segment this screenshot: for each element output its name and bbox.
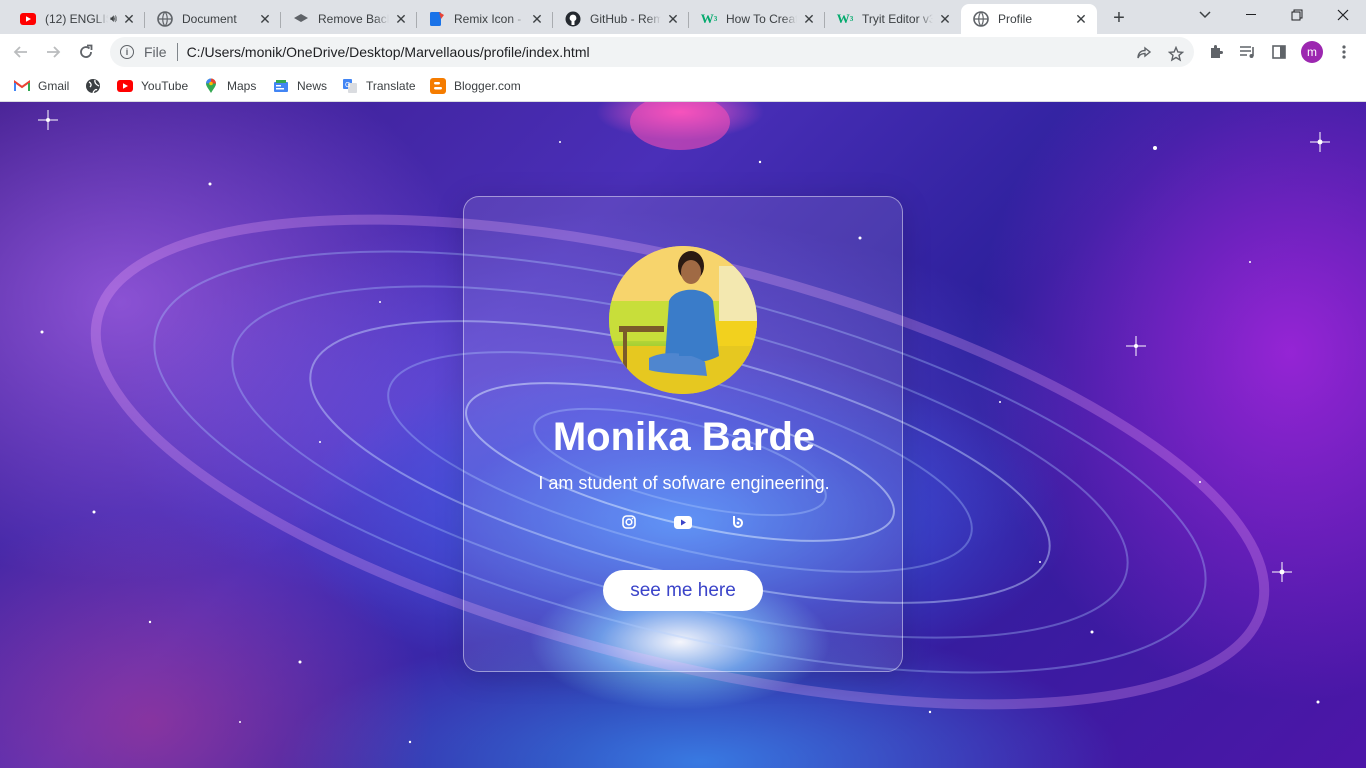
bookmark-globe[interactable] (85, 76, 109, 96)
back-button[interactable] (6, 37, 36, 67)
youtube-icon (20, 11, 36, 27)
tab-title: Profile (998, 12, 1033, 26)
close-icon[interactable]: ✕ (121, 11, 137, 27)
tab-document[interactable]: Document ✕ (145, 4, 281, 34)
bookmark-label: Blogger.com (454, 79, 521, 93)
gmail-icon (14, 78, 30, 94)
globe-icon (973, 11, 989, 27)
blogger-icon[interactable] (728, 513, 746, 531)
w3schools-icon: W3 (836, 11, 854, 26)
instagram-icon[interactable] (620, 513, 638, 531)
speaker-icon[interactable]: 🔊︎ (110, 13, 117, 26)
tab-title: (12) ENGLISH (45, 12, 108, 26)
social-links (464, 513, 904, 533)
bookmark-blogger[interactable]: Blogger.com (430, 76, 521, 96)
tab-remix-icon[interactable]: Remix Icon - Open source ✕ (417, 4, 553, 34)
close-icon[interactable]: ✕ (529, 11, 545, 27)
close-icon[interactable]: ✕ (1073, 11, 1089, 27)
tab-title: Remix Icon - Open source (454, 12, 525, 26)
reload-button[interactable] (71, 37, 101, 67)
page-viewport: Monika Barde I am student of sofware eng… (0, 102, 1366, 768)
news-icon (273, 78, 289, 94)
globe-icon (85, 78, 101, 94)
profile-name: Monika Barde (552, 415, 816, 459)
restore-button[interactable] (1275, 0, 1319, 30)
profile-avatar[interactable]: m (1301, 41, 1323, 63)
tab-title: Tryit Editor v3 (862, 12, 933, 26)
bookmark-label: YouTube (141, 79, 189, 93)
svg-text:G: G (345, 82, 350, 89)
youtube-icon (117, 78, 133, 94)
close-icon[interactable]: ✕ (937, 11, 953, 27)
tab-profile[interactable]: Profile ✕ (961, 4, 1097, 34)
bookmark-maps[interactable]: Maps (203, 76, 256, 96)
bookmarks-bar: Gmail YouTube Maps News G Translate Blog… (0, 70, 1366, 102)
remove-bg-icon (293, 11, 309, 27)
profile-card: Monika Barde I am student of sofware eng… (463, 196, 903, 672)
tab-title: GitHub - Remix (590, 12, 661, 26)
url-scheme: File (144, 44, 167, 60)
bookmark-label: News (297, 79, 328, 93)
tab-title: How To Create (726, 12, 797, 26)
close-icon[interactable]: ✕ (665, 11, 681, 27)
w3schools-icon: W3 (700, 11, 718, 26)
maps-icon (203, 78, 219, 94)
bookmark-label: Maps (227, 79, 257, 93)
info-icon[interactable]: i (120, 45, 134, 59)
tab-tryit-editor[interactable]: W3 Tryit Editor v3 ✕ (825, 4, 961, 34)
youtube-icon[interactable] (674, 513, 692, 531)
minimize-button[interactable] (1229, 0, 1273, 30)
bookmark-youtube[interactable]: YouTube (117, 76, 188, 96)
new-tab-button[interactable]: + (1106, 6, 1132, 30)
blogger-icon (430, 78, 446, 94)
close-icon[interactable]: ✕ (257, 11, 273, 27)
translate-icon: G (342, 78, 358, 94)
bookmark-star-icon[interactable] (1167, 45, 1185, 63)
remix-icon (429, 11, 445, 27)
bookmark-label: Gmail (38, 79, 70, 93)
tab-how-to-create[interactable]: W3 How To Create ✕ (689, 4, 825, 34)
tab-youtube[interactable]: (12) ENGLISH 🔊︎ ✕ (8, 4, 145, 34)
bookmark-label: Translate (366, 79, 416, 93)
close-icon[interactable]: ✕ (393, 11, 409, 27)
close-icon[interactable]: ✕ (801, 11, 817, 27)
tab-strip: (12) ENGLISH 🔊︎ ✕ Document ✕ Remove Back… (0, 0, 1366, 34)
tab-github[interactable]: GitHub - Remix ✕ (553, 4, 689, 34)
address-bar[interactable]: i File C:/Users/monik/OneDrive/Desktop/M… (110, 37, 1194, 67)
side-panel-icon[interactable] (1270, 43, 1288, 61)
forward-button[interactable] (38, 37, 68, 67)
globe-icon (157, 11, 173, 27)
github-icon (565, 11, 581, 27)
url-text[interactable]: C:/Users/monik/OneDrive/Desktop/Marvella… (187, 44, 590, 60)
media-control-icon[interactable] (1239, 43, 1257, 61)
tab-search-icon[interactable] (1183, 0, 1227, 30)
tab-title: Remove Background (318, 12, 389, 26)
see-me-here-button[interactable]: see me here (603, 570, 763, 611)
profile-bio: I am student of sofware engineering. (538, 473, 830, 493)
tab-title: Document (182, 12, 237, 26)
extensions-icon[interactable] (1207, 43, 1225, 61)
browser-toolbar: i File C:/Users/monik/OneDrive/Desktop/M… (0, 34, 1366, 70)
tab-remove-background[interactable]: Remove Background ✕ (281, 4, 417, 34)
bookmark-news[interactable]: News (273, 76, 327, 96)
bookmark-translate[interactable]: G Translate (342, 76, 416, 96)
share-icon[interactable] (1135, 45, 1153, 63)
close-window-button[interactable] (1321, 0, 1365, 30)
profile-photo (609, 246, 757, 394)
menu-icon[interactable] (1335, 43, 1353, 61)
bookmark-gmail[interactable]: Gmail (14, 76, 69, 96)
